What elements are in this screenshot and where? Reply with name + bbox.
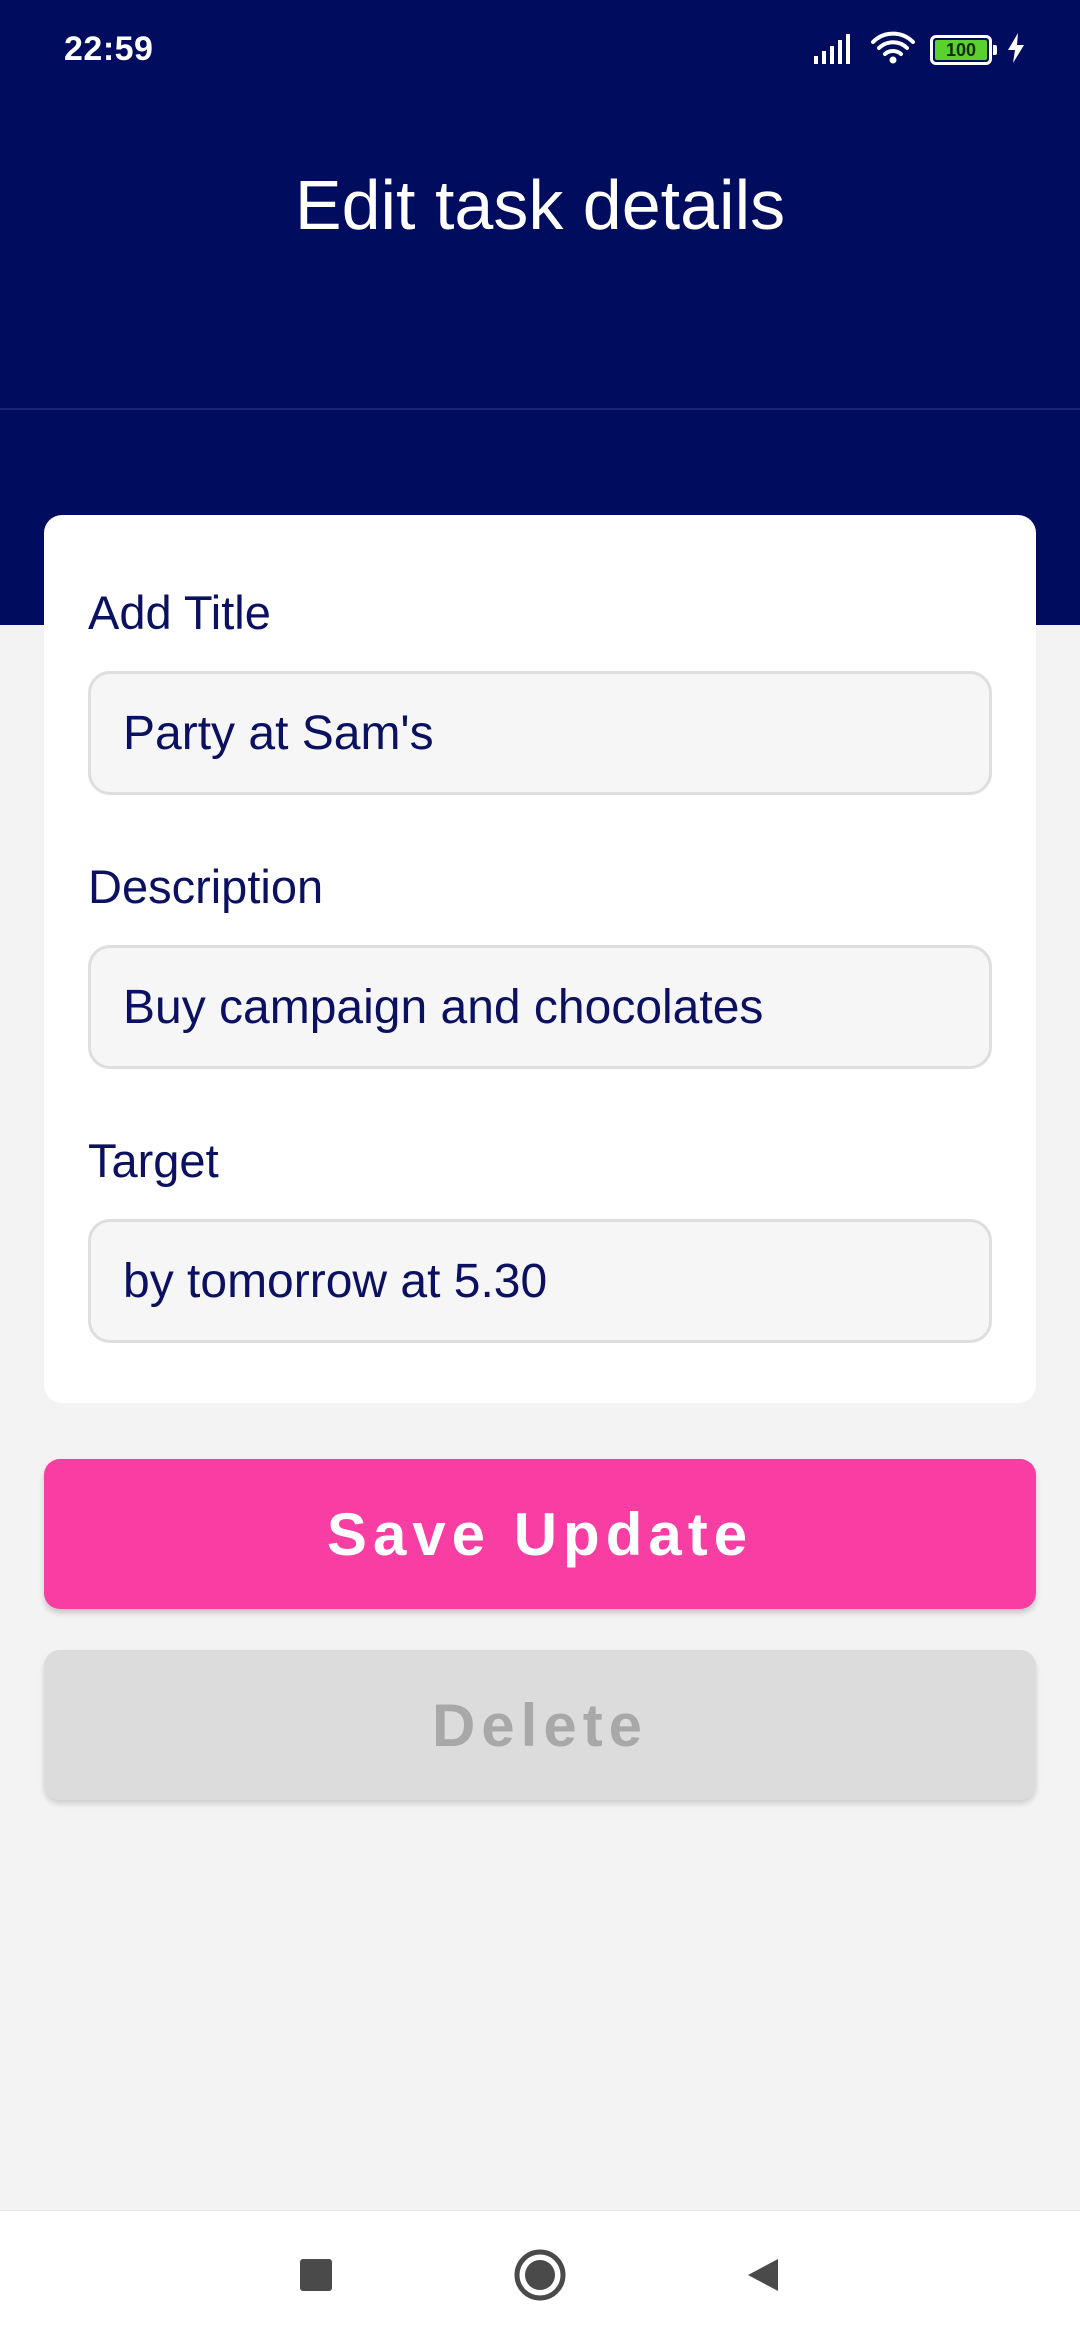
save-update-button[interactable]: Save Update [44,1459,1036,1609]
home-circle-icon[interactable] [510,2245,570,2305]
back-triangle-icon[interactable] [734,2245,794,2305]
target-label: Target [88,1134,219,1187]
page-title: Edit task details [294,166,786,244]
battery-level: 100 [935,40,987,60]
status-time: 22:59 [64,30,154,68]
task-form-card: Add Title Party at Sam's Description Buy… [44,515,1036,1403]
charging-icon [1006,32,1026,69]
signal-icon [812,32,856,69]
delete-button[interactable]: Delete [44,1650,1036,1800]
description-label: Description [88,860,324,913]
target-field[interactable]: by tomorrow at 5.30 [88,1219,992,1343]
status-icons: 100 [812,30,1026,70]
title-label: Add Title [88,586,271,639]
status-bar: 22:59 100 [0,0,1080,100]
title-field[interactable]: Party at Sam's [88,671,992,795]
recents-square-icon[interactable] [286,2245,346,2305]
edit-task-screen: 22:59 100 Edit task details Add Title Pa… [0,0,1080,2340]
battery-icon: 100 [930,35,997,65]
navigation-bar [0,2210,1080,2340]
wifi-icon [870,31,916,70]
header-divider [0,408,1080,410]
description-field[interactable]: Buy campaign and chocolates [88,945,992,1069]
